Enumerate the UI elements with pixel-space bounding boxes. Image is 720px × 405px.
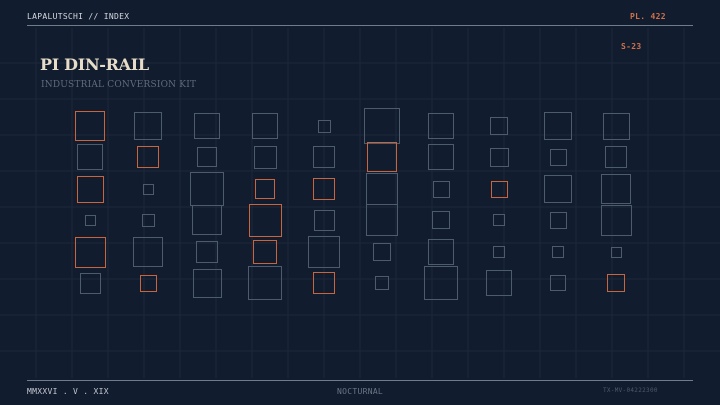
outline-square [134,112,162,140]
outline-square [549,211,567,229]
outline-square [493,246,505,258]
page-subtitle: INDUSTRIAL CONVERSION KIT [41,80,197,90]
outline-square [197,147,217,167]
outline-square [248,266,282,300]
outline-square [375,276,389,290]
outline-square [141,213,155,227]
accent-square [490,180,508,198]
accent-square [607,274,625,292]
outline-square [490,117,508,135]
footer-date: MMXXVI . V . XIX [27,387,109,396]
accent-square [367,142,397,172]
outline-square [552,246,564,258]
outline-square [196,241,218,263]
outline-square [194,113,220,139]
outline-square [428,239,454,265]
outline-square [366,173,398,205]
outline-square [493,214,505,226]
accent-square [313,272,335,294]
outline-square [600,204,632,236]
outline-square [192,205,222,235]
accent-square [75,111,105,141]
footer-mode: NOCTURNAL [337,387,384,396]
outline-square [190,172,224,206]
outline-square [489,147,509,167]
outline-square [428,113,454,139]
outline-square [142,183,154,195]
outline-square [432,211,450,229]
outline-square [364,108,400,144]
outline-square [610,246,622,258]
accent-square [76,175,104,203]
accent-square [139,274,157,292]
outline-square [133,237,163,267]
outline-square [424,266,458,300]
outline-square [428,144,454,170]
outline-square [601,174,631,204]
accent-square [248,203,282,237]
outline-square [550,275,566,291]
outline-square [308,236,340,268]
header-rule [27,25,693,26]
brand-label: LAPALUTSCHI // INDEX [27,12,130,21]
footer-rule [27,380,693,381]
outline-square [84,214,96,226]
accent-square [255,179,275,199]
outline-square [313,146,335,168]
accent-square [74,236,106,268]
outline-square [253,145,277,169]
accent-square [313,178,335,200]
outline-square [605,146,627,168]
outline-square [549,148,567,166]
outline-square [373,243,391,261]
outline-square [544,112,572,140]
outline-square [317,119,331,133]
outline-square [602,112,630,140]
accent-square [253,240,277,264]
plate-number: PL. 422 [630,12,666,21]
footer-code: TX-MV-04222300 [603,387,658,394]
outline-square [544,175,572,203]
outline-square [432,180,450,198]
page-title: PI DIN-RAIL [40,55,149,74]
outline-square [366,204,398,236]
series-code: S-23 [621,42,642,51]
outline-square [252,113,278,139]
outline-square [313,209,335,231]
accent-square [137,146,159,168]
outline-square [79,272,101,294]
outline-square [486,270,512,296]
outline-square [77,144,103,170]
outline-square [192,268,222,298]
